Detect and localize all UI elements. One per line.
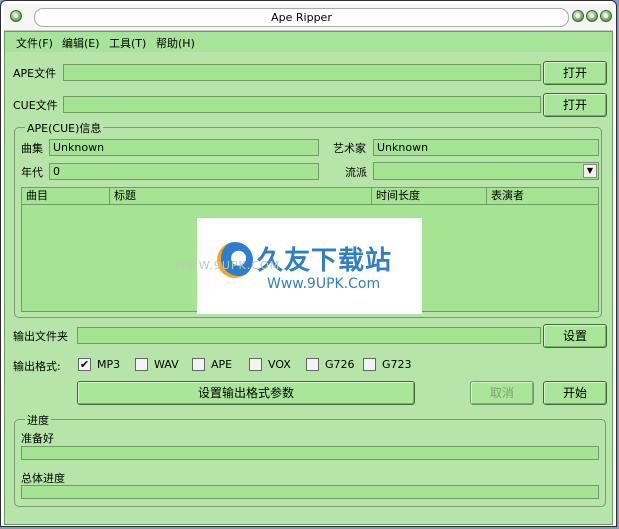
genre-label: 流派 (345, 166, 367, 179)
wav-checkbox[interactable] (135, 358, 148, 371)
column-duration[interactable]: 时间长度 (372, 188, 487, 204)
output-format-label: 输出格式: (13, 360, 61, 373)
watermark-faint-url: WWW.9UPK.COM (175, 259, 281, 272)
g723-label: G723 (382, 358, 412, 371)
year-field[interactable]: 0 (49, 163, 319, 180)
watermark-url: Www.9UPK.Com (267, 276, 381, 292)
album-field[interactable]: Unknown (49, 139, 319, 156)
column-track[interactable]: 曲目 (22, 188, 110, 204)
ape-label: APE (211, 358, 233, 371)
menu-file[interactable]: 文件(F) (16, 35, 53, 51)
output-folder-input[interactable] (77, 327, 541, 344)
start-button[interactable]: 开始 (543, 381, 607, 405)
info-group-title: APE(CUE)信息 (25, 120, 104, 136)
close-button[interactable] (600, 10, 612, 22)
window-title: Ape Ripper (34, 8, 569, 27)
g726-label: G726 (325, 358, 355, 371)
ape-file-input[interactable] (63, 64, 541, 81)
total-progress-bar (21, 485, 599, 499)
progress-group-title: 进度 (25, 412, 51, 428)
cue-file-label: CUE文件 (13, 99, 58, 112)
title-bar[interactable]: Ape Ripper (4, 4, 613, 31)
ape-checkbox[interactable] (192, 358, 205, 371)
wav-label: WAV (154, 358, 179, 371)
minimize-button[interactable] (572, 10, 584, 22)
open-ape-button[interactable]: 打开 (543, 61, 607, 85)
menu-tools[interactable]: 工具(T) (109, 35, 146, 51)
g726-checkbox[interactable] (306, 358, 319, 371)
mp3-label: MP3 (97, 358, 121, 371)
column-performer[interactable]: 表演者 (487, 188, 598, 204)
app-window: Ape Ripper 文件(F) 编辑(E) 工具(T) 帮助(H) APE文件… (0, 0, 617, 527)
vox-checkbox[interactable] (249, 358, 262, 371)
year-label: 年代 (21, 166, 43, 179)
artist-field[interactable]: Unknown (373, 139, 599, 156)
maximize-button[interactable] (586, 10, 598, 22)
mp3-checkbox[interactable]: ✔ (78, 358, 91, 371)
total-progress-label: 总体进度 (21, 472, 65, 485)
g723-checkbox[interactable] (363, 358, 376, 371)
chevron-down-icon[interactable]: ▼ (583, 164, 597, 178)
format-params-button[interactable]: 设置输出格式参数 (77, 381, 415, 405)
artist-label: 艺术家 (333, 142, 366, 155)
menu-help[interactable]: 帮助(H) (156, 35, 195, 51)
open-cue-button[interactable]: 打开 (543, 93, 607, 117)
system-menu-icon[interactable] (10, 10, 22, 22)
ape-file-label: APE文件 (13, 67, 57, 80)
track-list-header: 曲目 标题 时间长度 表演者 (22, 188, 598, 205)
album-label: 曲集 (21, 142, 43, 155)
genre-select[interactable]: ▼ (373, 162, 599, 180)
column-title[interactable]: 标题 (110, 188, 372, 204)
output-folder-label: 输出文件夹 (13, 330, 68, 343)
current-progress-bar (21, 446, 599, 460)
cue-file-input[interactable] (63, 96, 541, 113)
progress-status: 准备好 (21, 432, 54, 445)
set-folder-button[interactable]: 设置 (543, 324, 607, 348)
menu-bar: 文件(F) 编辑(E) 工具(T) 帮助(H) (5, 32, 612, 52)
vox-label: VOX (268, 358, 291, 371)
cancel-button[interactable]: 取消 (470, 381, 534, 405)
menu-edit[interactable]: 编辑(E) (62, 35, 100, 51)
